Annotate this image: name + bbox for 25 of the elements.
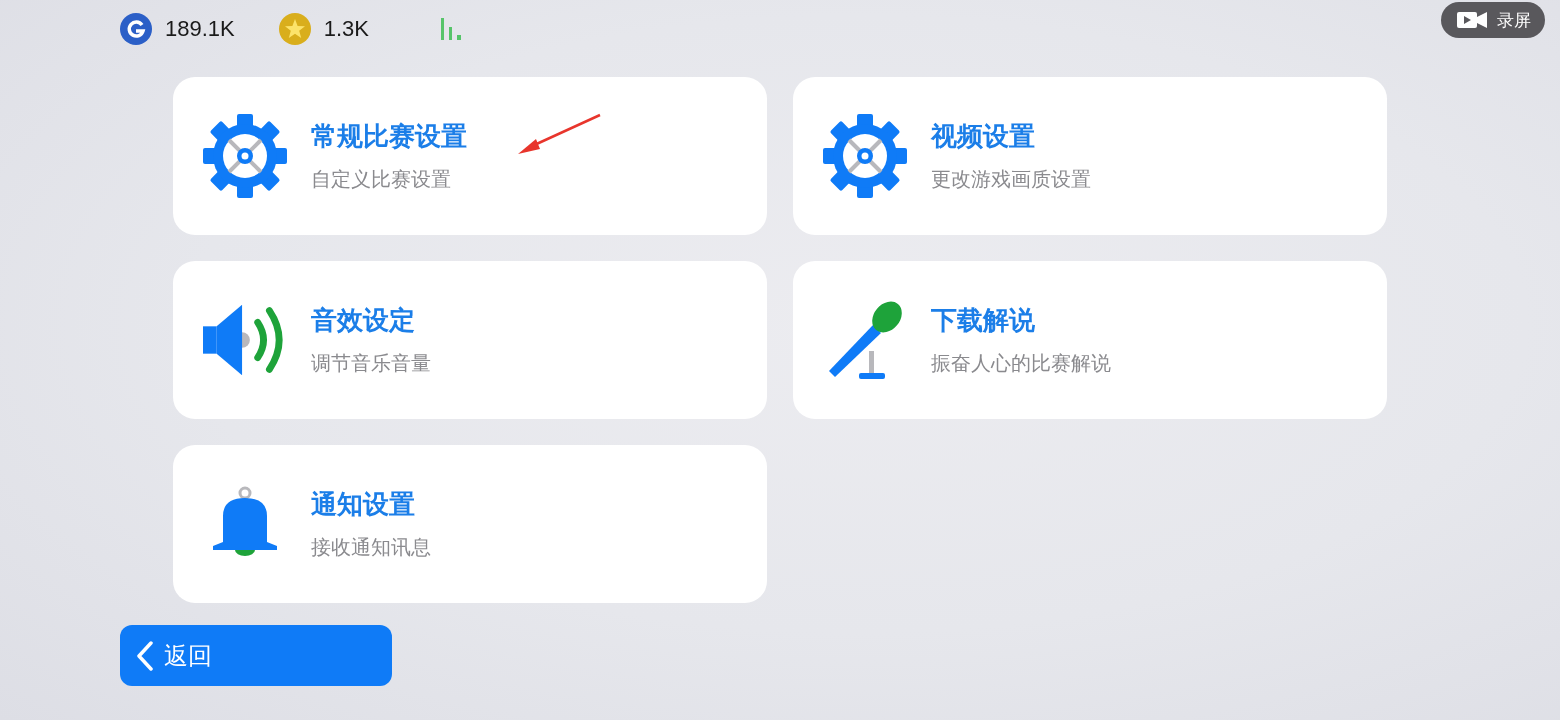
star-count: 1.3K (323, 16, 369, 42)
settings-card[interactable]: 常规比赛设置 自定义比赛设置 (173, 77, 767, 235)
record-button[interactable]: 录屏 (1441, 2, 1545, 38)
settings-card[interactable]: 视频设置 更改游戏画质设置 (793, 77, 1387, 235)
card-title: 视频设置 (931, 120, 1036, 153)
card-subtitle: 自定义比赛设置 (311, 166, 452, 193)
card-subtitle: 接收通知讯息 (311, 534, 431, 561)
settings-card[interactable]: 通知设置 接收通知讯息 (173, 445, 767, 603)
settings-icon (823, 114, 907, 198)
back-button[interactable]: 返回 (120, 625, 392, 686)
card-title: 音效设定 (311, 304, 416, 337)
card-title: 通知设置 (311, 488, 416, 521)
card-subtitle: 更改游戏画质设置 (931, 166, 1091, 193)
settings-icon (203, 114, 287, 198)
video-camera-icon (1457, 11, 1487, 29)
card-subtitle: 调节音乐音量 (311, 350, 431, 377)
chevron-left-icon (136, 640, 154, 671)
signal-icon (440, 18, 464, 40)
card-subtitle: 振奋人心的比赛解说 (931, 350, 1111, 377)
card-title: 下载解说 (931, 304, 1036, 337)
settings-card[interactable]: 音效设定 调节音乐音量 (173, 261, 767, 419)
coin-count: 189.1K (165, 16, 235, 42)
settings-card[interactable]: 下载解说 振奋人心的比赛解说 (793, 261, 1387, 419)
card-title: 常规比赛设置 (311, 120, 467, 153)
coin-icon (120, 13, 152, 45)
